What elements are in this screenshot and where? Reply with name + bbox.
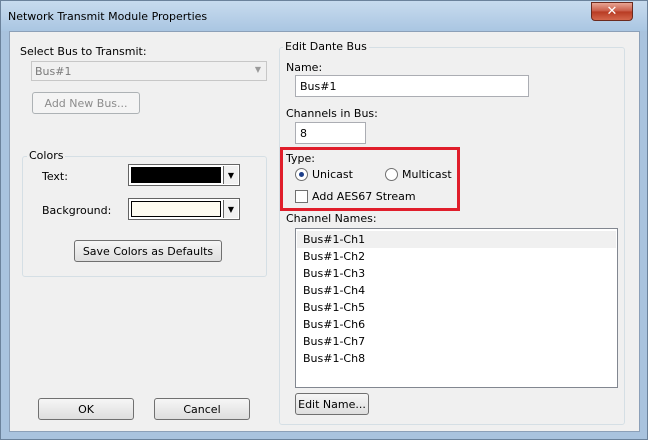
ok-label: OK — [78, 402, 94, 416]
text-color-select[interactable]: ▼ — [128, 164, 240, 186]
close-button[interactable]: ✕ — [591, 2, 633, 21]
background-color-select[interactable]: ▼ — [128, 198, 240, 220]
close-icon: ✕ — [606, 4, 618, 19]
background-color-label: Background: — [42, 204, 112, 217]
multicast-label[interactable]: Multicast — [402, 168, 452, 181]
chevron-down-icon: ▼ — [254, 65, 261, 74]
channels-in-bus-input[interactable]: 8 — [295, 122, 366, 144]
ok-button[interactable]: OK — [38, 398, 134, 420]
unicast-label[interactable]: Unicast — [312, 168, 353, 181]
list-item[interactable]: Bus#1-Ch1 — [297, 231, 616, 248]
colors-group-title: Colors — [27, 149, 66, 162]
add-new-bus-label: Add New Bus... — [44, 96, 128, 110]
dialog-client-area: Select Bus to Transmit: Bus#1 ▼ Add New … — [9, 31, 640, 432]
text-color-label: Text: — [42, 170, 68, 183]
add-new-bus-button[interactable]: Add New Bus... — [32, 92, 140, 114]
chevron-down-icon: ▼ — [223, 166, 238, 184]
cancel-label: Cancel — [183, 402, 221, 416]
edit-name-label: Edit Name... — [298, 397, 366, 411]
channel-names-label: Channel Names: — [286, 212, 377, 225]
aes67-label[interactable]: Add AES67 Stream — [312, 190, 416, 203]
title-bar[interactable]: Network Transmit Module Properties ✕ — [1, 1, 647, 31]
chevron-down-icon: ▼ — [223, 200, 238, 218]
save-colors-button[interactable]: Save Colors as Defaults — [74, 240, 222, 262]
list-item[interactable]: Bus#1-Ch3 — [297, 265, 616, 282]
edit-dante-bus-title: Edit Dante Bus — [283, 40, 369, 53]
list-item[interactable]: Bus#1-Ch7 — [297, 333, 616, 350]
list-item[interactable]: Bus#1-Ch6 — [297, 316, 616, 333]
multicast-radio[interactable] — [385, 168, 398, 181]
bus-select[interactable]: Bus#1 ▼ — [31, 61, 267, 81]
text-color-swatch — [131, 167, 221, 183]
edit-name-button[interactable]: Edit Name... — [295, 393, 369, 415]
unicast-radio[interactable] — [295, 168, 308, 181]
save-colors-label: Save Colors as Defaults — [82, 244, 214, 258]
bus-select-value: Bus#1 — [35, 65, 72, 78]
list-item[interactable]: Bus#1-Ch2 — [297, 248, 616, 265]
background-color-swatch — [131, 201, 221, 217]
select-bus-label: Select Bus to Transmit: — [20, 45, 147, 58]
aes67-checkbox[interactable] — [295, 190, 308, 203]
list-item[interactable]: Bus#1-Ch5 — [297, 299, 616, 316]
list-item[interactable]: Bus#1-Ch8 — [297, 350, 616, 367]
name-value: Bus#1 — [300, 80, 337, 93]
dialog-window: Network Transmit Module Properties ✕ Sel… — [0, 0, 648, 440]
name-input[interactable]: Bus#1 — [295, 75, 529, 97]
channels-in-bus-value: 8 — [300, 127, 307, 140]
channel-names-list[interactable]: Bus#1-Ch1 Bus#1-Ch2 Bus#1-Ch3 Bus#1-Ch4 … — [295, 228, 618, 388]
cancel-button[interactable]: Cancel — [154, 398, 250, 420]
list-item[interactable]: Bus#1-Ch4 — [297, 282, 616, 299]
name-label: Name: — [286, 61, 323, 74]
window-title: Network Transmit Module Properties — [8, 10, 208, 23]
channels-in-bus-label: Channels in Bus: — [286, 107, 378, 120]
type-label: Type: — [286, 152, 315, 165]
